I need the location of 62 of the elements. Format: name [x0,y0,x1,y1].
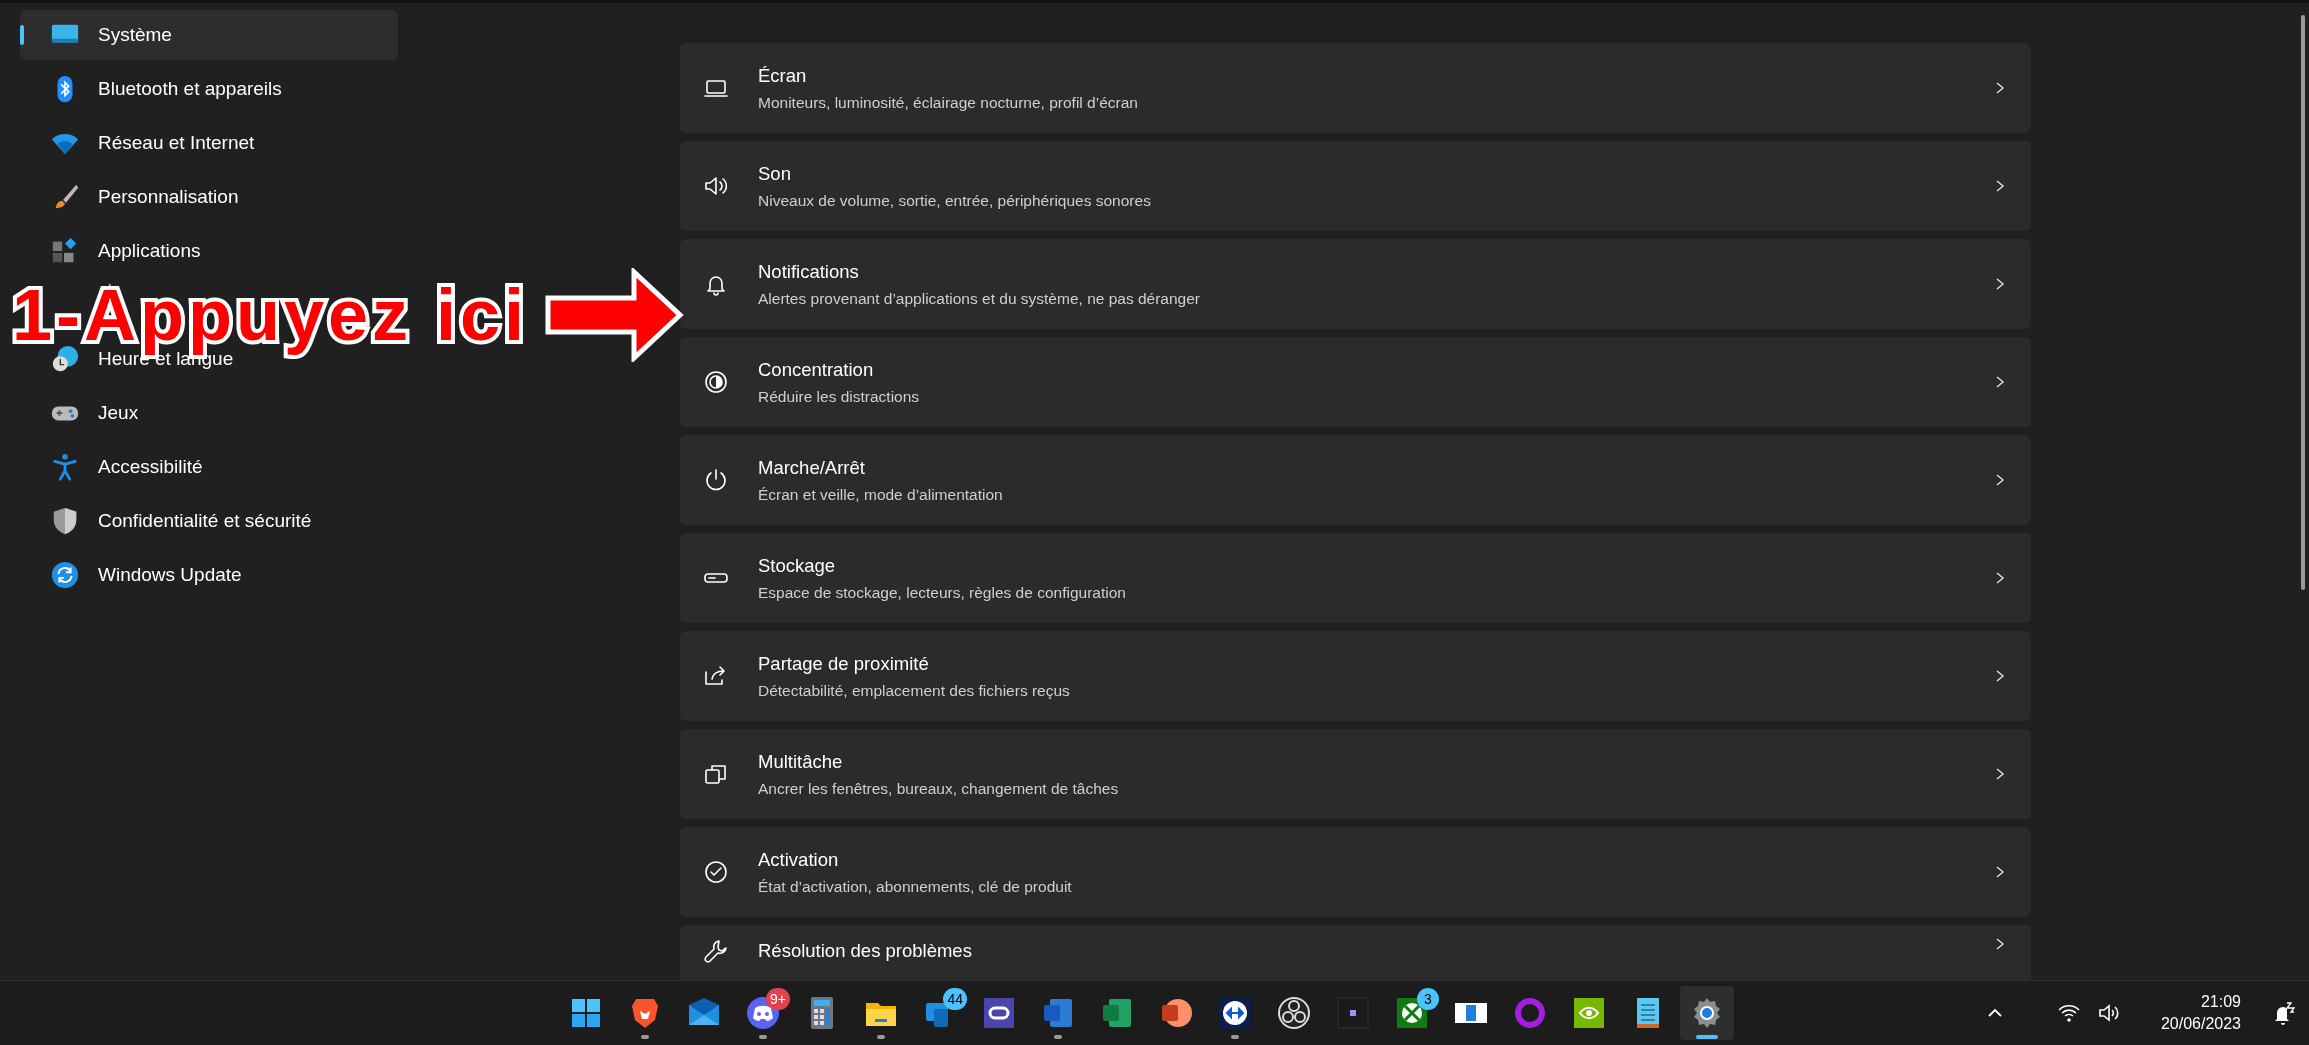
xbox-icon [1394,995,1430,1031]
check-circle-icon [702,858,730,886]
eye-logo-icon [1571,995,1607,1031]
card-description: Écran et veille, mode d’alimentation [758,485,1003,506]
card-title: Marche/Arrêt [758,455,866,480]
card-description: Réduire les distractions [758,387,920,408]
card-description: Niveaux de volume, sortie, entrée, périphériques sonores [758,191,1151,212]
clock-date[interactable]: 20/06/2023 [2160,1013,2241,1035]
headset-icon [981,995,1017,1031]
selection-indicator [20,25,24,45]
card-title: Son [758,161,792,186]
settings-card[interactable]: Marche/Arrêt Écran et veille, mode d’alimentation [680,435,2031,525]
settings-card[interactable]: Partage de proximité Détectabilité, emplacement des fichiers reçus [680,631,2031,721]
sidebar-item[interactable]: Accessibilité [20,452,203,482]
taskbar-app[interactable] [1680,986,1734,1040]
card-description: État d’activation, abonnements, clé de produit [758,877,1072,898]
annotation-text: 1-Appuyez ici [12,276,529,354]
settings-card[interactable]: Stockage Espace de stockage, lecteurs, règles de configuration [680,533,2031,623]
card-title: Notifications [758,259,860,284]
card-description: Espace de stockage, lecteurs, règles de configuration [758,583,1126,604]
sidebar-item[interactable]: Jeux [20,398,139,428]
card-title: Partage de proximité [758,651,930,676]
notification-badge: 3 [1417,988,1439,1010]
speaker-icon [2096,1002,2121,1024]
settings-card[interactable]: Son Niveaux de volume, sortie, entrée, périphériques sonores [680,141,2031,231]
obs-circle-icon [1276,995,1312,1031]
card-description: Moniteurs, luminosité, éclairage nocturne, profil d’écran [758,93,1138,114]
ring-icon [1512,995,1548,1031]
wrench-icon [702,937,730,965]
card-title: Résolution des problèmes [758,939,972,963]
notification-badge: 9+ [766,988,790,1010]
clock-time[interactable]: 21:09 [2200,991,2241,1013]
card-title: Écran [758,63,808,88]
settings-card[interactable]: Concentration Réduire les distractions [680,337,2031,427]
wifi-icon [2056,1002,2081,1024]
card-title: Multitâche [758,749,844,774]
settings-card[interactable]: Multitâche Ancrer les fenêtres, bureaux, changement de tâches [680,729,2031,819]
settings-card[interactable]: Écran Moniteurs, luminosité, éclairage nocturne, profil d’écran [680,43,2031,133]
sidebar-item[interactable]: Confidentialité et sécurité [20,506,312,536]
sidebar-item[interactable]: Personnalisation [20,182,239,212]
card-description: Ancrer les fenêtres, bureaux, changement de tâches [758,779,1119,800]
settings-card[interactable]: Notifications Alertes provenant d’applications et du système, ne pas déranger [680,239,2031,329]
settings-card[interactable]: Résolution des problèmes [680,925,2031,980]
accessibility-icon [50,452,80,482]
scrollbar[interactable] [2301,15,2305,590]
sidebar-item[interactable]: Système [20,10,398,60]
card-description: Alertes provenant d’applications et du système, ne pas déranger [758,289,1200,310]
card-title: Concentration [758,357,875,382]
sidebar-item[interactable]: Bluetooth et appareils [20,74,282,104]
settings-card[interactable]: Activation État d’activation, abonnements, clé de produit [680,827,2031,917]
refresh-icon [50,560,80,590]
card-description: Détectabilité, emplacement des fichiers reçus [758,681,1070,702]
focus-icon [702,368,730,396]
taskbar-app[interactable]: 9+ [736,986,790,1040]
notification-badge: 44 [943,988,967,1010]
sidebar-item[interactable]: Réseau et Internet [20,128,255,158]
sidebar-item[interactable]: Applications [20,236,201,266]
card-title: Stockage [758,553,837,578]
sidebar-item[interactable]: Windows Update [20,560,242,590]
taskbar-app[interactable]: 3 [1385,986,1439,1040]
taskbar-app[interactable]: 44 [913,986,967,1040]
card-title: Activation [758,847,840,872]
